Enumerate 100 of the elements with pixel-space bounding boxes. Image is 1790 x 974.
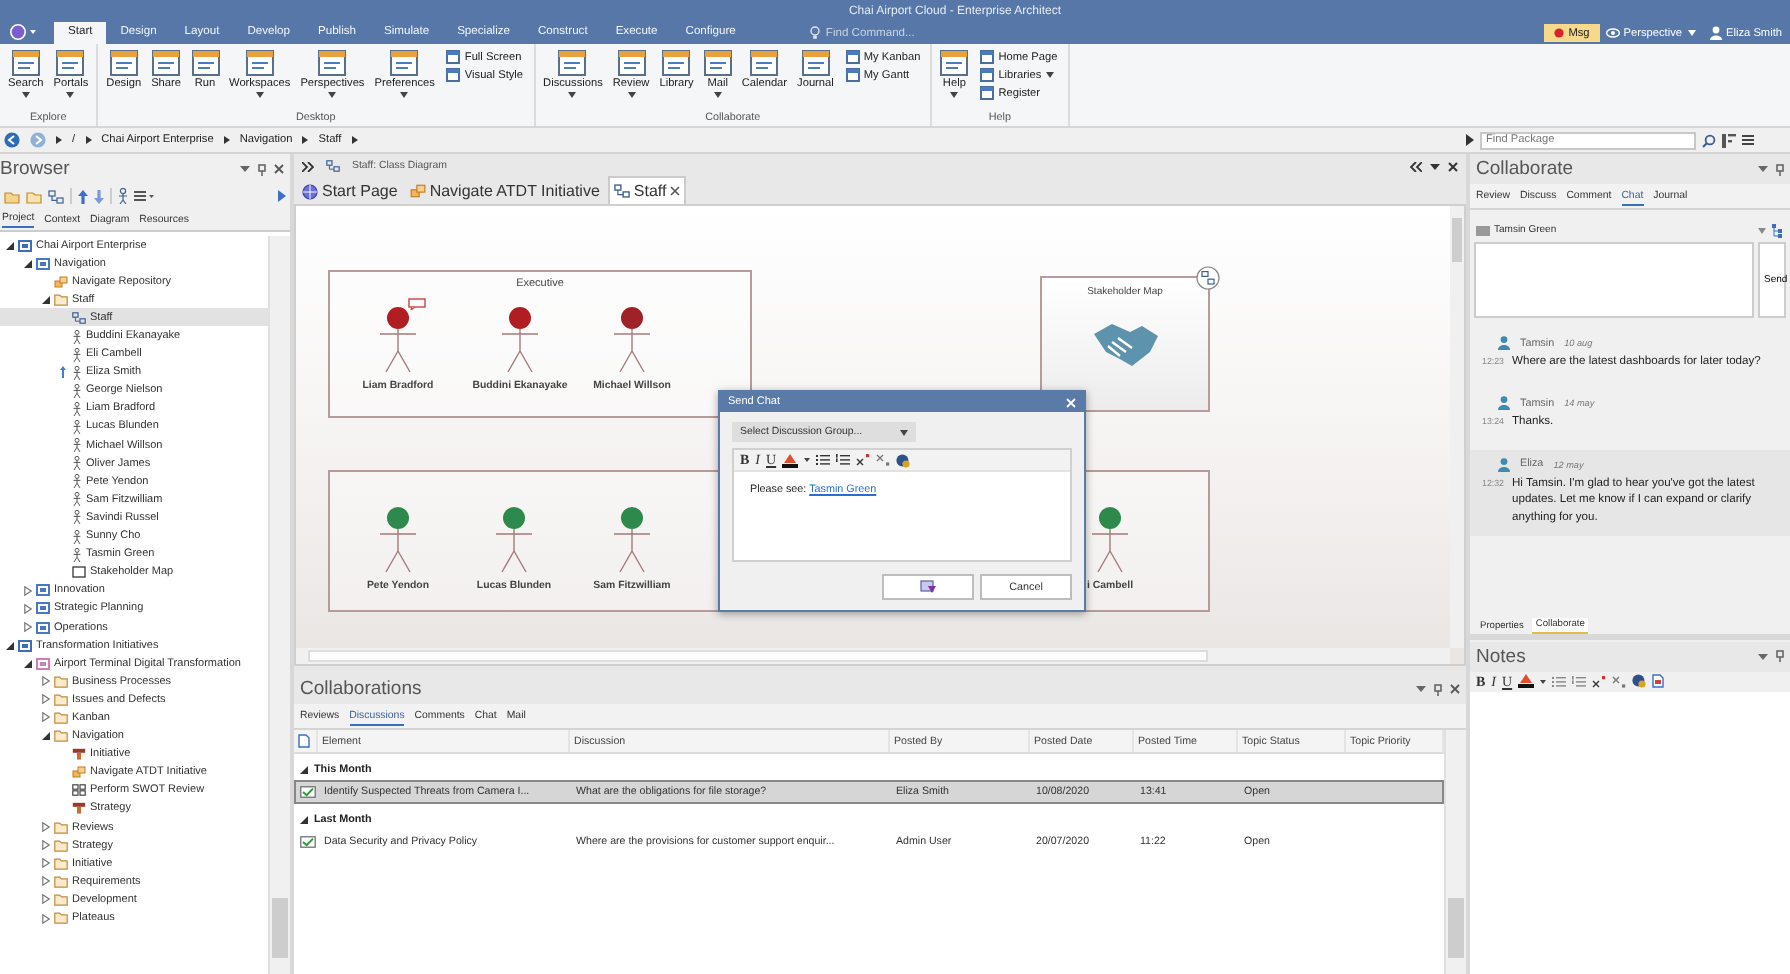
subscript-icon[interactable] <box>1612 675 1627 687</box>
expanded-arrow-icon[interactable] <box>5 241 13 250</box>
pin-icon[interactable] <box>1434 683 1442 695</box>
collapsed-arrow-icon[interactable] <box>41 913 49 924</box>
close-icon[interactable] <box>274 164 284 174</box>
hierarchy-icon[interactable] <box>1772 223 1784 237</box>
bullet-list-icon[interactable] <box>816 454 831 466</box>
horizontal-scrollbar[interactable] <box>296 648 1450 664</box>
collapsed-arrow-icon[interactable] <box>23 622 31 633</box>
person-icon <box>1498 396 1510 411</box>
expanded-arrow-icon[interactable] <box>23 659 31 668</box>
collapsed-arrow-icon[interactable] <box>41 712 49 723</box>
up-arrow-icon[interactable] <box>78 189 88 203</box>
expanded-arrow-icon[interactable] <box>300 816 308 824</box>
package-icon <box>36 657 50 670</box>
collapsed-arrow-icon[interactable] <box>23 603 31 614</box>
stick-figure-icon <box>72 347 82 362</box>
person-icon <box>1498 457 1510 472</box>
stick-figure-icon <box>72 329 82 344</box>
expanded-arrow-icon[interactable] <box>5 641 13 650</box>
globe-icon[interactable] <box>896 453 911 467</box>
dropdown-caret-icon[interactable] <box>1430 163 1440 169</box>
notes-field[interactable] <box>1470 691 1790 974</box>
text-color-icon[interactable] <box>782 453 799 467</box>
stick-figure-icon <box>72 401 82 416</box>
search-icon[interactable] <box>1702 133 1716 147</box>
document-tab[interactable]: Staff <box>607 176 687 204</box>
chevron-icon <box>223 136 230 144</box>
expanded-arrow-icon[interactable] <box>23 259 31 268</box>
diagram-icon <box>613 184 630 198</box>
window-icon <box>703 50 732 76</box>
hierarchy-icon[interactable] <box>1722 133 1736 147</box>
expanded-arrow-icon[interactable] <box>300 766 308 774</box>
down-arrow-icon[interactable] <box>94 189 104 203</box>
document-icon[interactable] <box>1652 674 1665 688</box>
send-button[interactable] <box>882 574 974 600</box>
subscript-icon[interactable] <box>876 454 891 466</box>
window-icon <box>446 50 461 64</box>
globe-icon[interactable] <box>1632 674 1647 688</box>
app-menu-icon[interactable] <box>10 24 38 40</box>
expanded-arrow-icon[interactable] <box>41 295 49 304</box>
expanded-arrow-icon[interactable] <box>41 732 49 741</box>
chat-input-field[interactable] <box>1474 242 1754 318</box>
collapsed-arrow-icon[interactable] <box>41 858 49 869</box>
package-icon <box>36 584 50 597</box>
collapsed-arrow-icon[interactable] <box>41 894 49 905</box>
vertical-scrollbar[interactable] <box>1444 730 1466 974</box>
stick-figure-icon <box>72 474 82 489</box>
person-icon[interactable] <box>118 188 128 204</box>
numbered-list-icon[interactable] <box>836 454 851 466</box>
column-header[interactable] <box>294 730 318 752</box>
menu-icon[interactable] <box>1742 134 1754 146</box>
document-tab[interactable]: Start Page <box>298 178 402 204</box>
package-icon <box>18 639 32 652</box>
double-chevron-icon[interactable] <box>302 161 314 171</box>
window-icon <box>845 50 860 64</box>
double-chevron-icon[interactable] <box>1410 161 1422 171</box>
text-color-icon[interactable] <box>1518 674 1535 688</box>
collapsed-arrow-icon[interactable] <box>41 876 49 887</box>
collapsed-arrow-icon[interactable] <box>41 694 49 705</box>
close-icon[interactable] <box>670 186 681 196</box>
close-icon[interactable] <box>1450 684 1460 694</box>
window-icon <box>980 86 995 100</box>
pin-icon[interactable] <box>258 163 266 175</box>
cubes-icon <box>409 184 426 198</box>
caret-icon <box>900 429 908 435</box>
diagram-icon[interactable] <box>48 189 64 203</box>
panel-title: Collaborations <box>300 678 422 700</box>
window-icon <box>152 50 181 76</box>
vertical-scrollbar[interactable] <box>1450 206 1464 648</box>
superscript-icon[interactable] <box>1592 675 1607 687</box>
superscript-icon[interactable] <box>856 454 871 466</box>
stick-figure-icon <box>72 510 82 525</box>
list-icon[interactable] <box>134 190 154 202</box>
collapsed-arrow-icon[interactable] <box>23 585 31 596</box>
window-icon <box>801 50 830 76</box>
dropdown-caret-icon[interactable] <box>1758 166 1768 172</box>
window-icon <box>390 50 419 76</box>
back-icon[interactable] <box>4 132 20 148</box>
grid-icon <box>72 784 86 797</box>
dropdown-caret-icon[interactable] <box>1416 686 1426 692</box>
collapsed-arrow-icon[interactable] <box>41 840 49 851</box>
dropdown-caret-icon[interactable] <box>1758 653 1768 659</box>
window-icon <box>617 50 646 76</box>
collapsed-arrow-icon[interactable] <box>41 822 49 833</box>
close-icon[interactable] <box>1448 161 1458 171</box>
collapsed-arrow-icon[interactable] <box>41 676 49 687</box>
window-icon <box>980 68 995 82</box>
document-tab[interactable]: Navigate ATDT Initiative <box>405 178 604 204</box>
window-icon <box>109 50 138 76</box>
pin-icon[interactable] <box>1776 163 1784 175</box>
diagram-link-icon[interactable] <box>1196 266 1220 290</box>
window-icon <box>845 68 860 82</box>
package-icon <box>36 602 50 615</box>
play-icon[interactable] <box>1466 134 1474 146</box>
eye-icon <box>1605 28 1620 38</box>
dropdown-caret-icon[interactable] <box>240 166 250 172</box>
vertical-scrollbar[interactable] <box>268 236 290 974</box>
pin-icon[interactable] <box>1776 650 1784 662</box>
window-icon <box>662 50 691 76</box>
